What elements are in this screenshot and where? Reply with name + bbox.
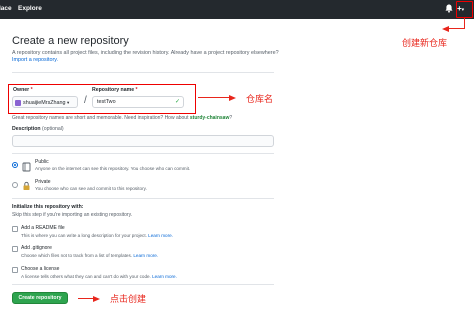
annotation-arrow-head xyxy=(93,296,100,302)
readme-desc: This is where you can write a long descr… xyxy=(21,233,173,238)
nav-link-marketplace[interactable]: lace xyxy=(0,5,12,12)
init-heading: Initialize this repository with: xyxy=(12,204,84,210)
visibility-private-desc: You choose who can see and commit to thi… xyxy=(35,186,147,191)
license-desc: A license tells others what they can and… xyxy=(21,274,177,279)
repo-name-input[interactable]: testTwo ✓ xyxy=(92,96,184,108)
readme-label: Add a README file xyxy=(21,225,65,231)
divider xyxy=(12,198,274,199)
radio-private[interactable] xyxy=(12,182,18,188)
gitignore-label: Add .gitignore xyxy=(21,245,52,251)
description-label: Description (optional) xyxy=(12,126,64,132)
repo-name-label: Repository name * xyxy=(92,87,138,93)
book-icon xyxy=(22,159,32,172)
chevron-down-icon: ▾ xyxy=(67,100,70,105)
visibility-public-desc: Anyone on the internet can see this repo… xyxy=(35,166,191,171)
license-label: Choose a license xyxy=(21,266,60,272)
create-repository-button[interactable]: Create repository xyxy=(12,292,68,304)
repo-name-value: testTwo xyxy=(97,99,116,105)
page-subtitle: A repository contains all project files,… xyxy=(12,50,279,56)
name-suggestion[interactable]: sturdy-chainsaw xyxy=(190,115,229,121)
top-nav-bar xyxy=(0,0,474,19)
nav-link-explore[interactable]: Explore xyxy=(18,5,42,12)
import-repository-link[interactable]: Import a repository. xyxy=(12,57,58,63)
owner-value: shuaijieMrsZhang xyxy=(23,100,66,106)
owner-label: Owner * xyxy=(13,87,33,93)
annotation-repo-name: 仓库名 xyxy=(246,95,274,105)
page-title: Create a new repository xyxy=(12,35,129,47)
bell-icon[interactable] xyxy=(443,3,455,15)
init-desc: Skip this step if you're importing an ex… xyxy=(12,212,133,218)
annotation-new-repo: 创建新仓库 xyxy=(402,39,448,49)
divider xyxy=(12,284,274,285)
readme-learn-more-link[interactable]: Learn more. xyxy=(148,233,173,238)
license-learn-more-link[interactable]: Learn more. xyxy=(152,274,177,279)
radio-public[interactable] xyxy=(12,162,18,168)
annotation-arrow-line xyxy=(78,298,94,300)
visibility-private-label: Private xyxy=(35,179,51,185)
visibility-public-label: Public xyxy=(35,159,49,165)
check-icon: ✓ xyxy=(174,99,180,105)
new-menu-highlight xyxy=(456,1,473,18)
description-input[interactable] xyxy=(12,135,274,147)
annotation-arrow-head xyxy=(442,26,449,32)
repo-name-hint: Great repository names are short and mem… xyxy=(12,115,233,121)
divider xyxy=(12,153,274,154)
gitignore-checkbox[interactable] xyxy=(12,246,18,252)
owner-select[interactable]: shuaijieMrsZhang ▾ xyxy=(12,96,78,108)
annotation-click-create: 点击创建 xyxy=(110,295,147,305)
lock-icon xyxy=(22,178,32,190)
annotation-arrow-line xyxy=(449,28,465,30)
gitignore-learn-more-link[interactable]: Learn more. xyxy=(133,253,158,258)
annotation-arrow-head xyxy=(229,95,236,101)
gitignore-desc: Choose which files not to track from a l… xyxy=(21,253,159,258)
owner-repo-separator: / xyxy=(84,95,87,106)
annotation-arrow-line xyxy=(198,97,230,99)
readme-checkbox[interactable] xyxy=(12,226,18,232)
license-checkbox[interactable] xyxy=(12,267,18,273)
divider xyxy=(12,72,274,73)
owner-avatar xyxy=(15,99,21,106)
